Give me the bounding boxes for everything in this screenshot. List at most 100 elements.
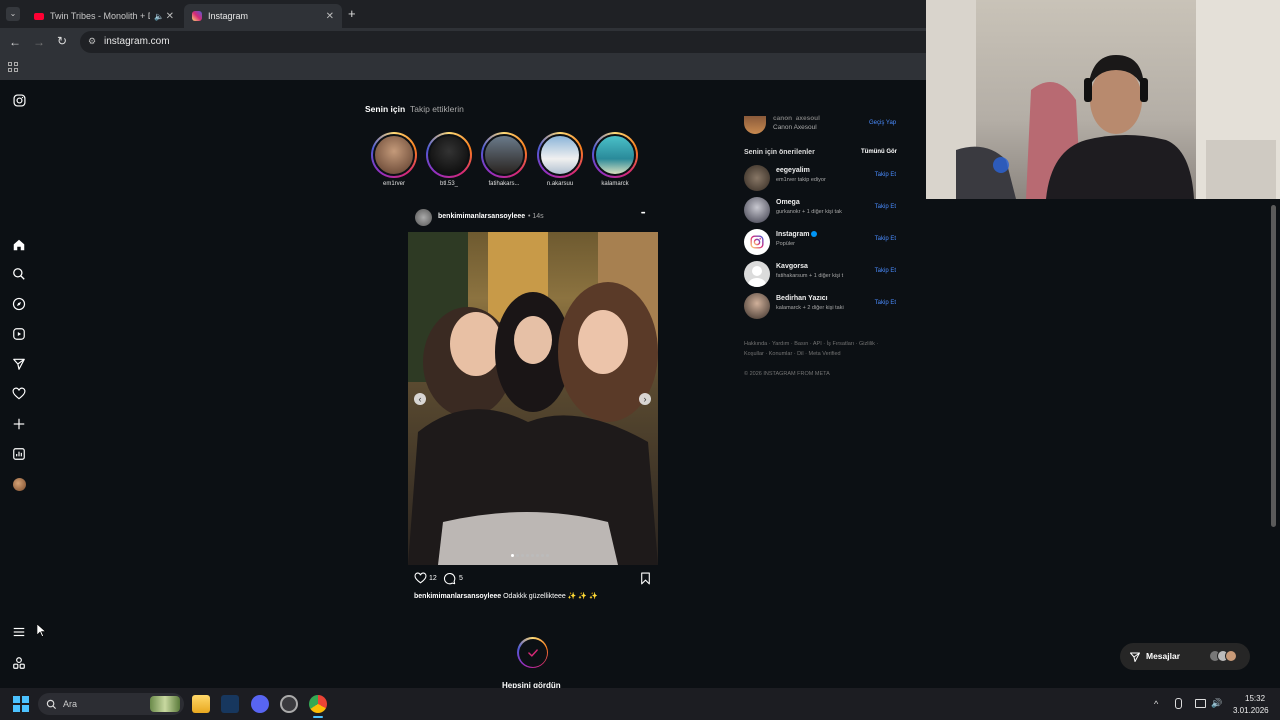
meta-apps-icon[interactable] — [11, 655, 27, 671]
more-options-icon[interactable]: ••• — [641, 211, 645, 217]
carousel-dots — [511, 554, 549, 557]
page-scrollbar[interactable] — [1271, 205, 1276, 527]
suggestion-item: Bedirhan Yazıcı kalamarck + 2 diğer kişi… — [744, 293, 898, 319]
post-author-username[interactable]: benkimimanlarsansoyleee — [438, 213, 525, 220]
account-name: Canon Axesoul — [773, 124, 817, 131]
story-item[interactable]: n.akarsuu — [532, 132, 588, 187]
suggestions-title: Senin için önerilenler — [744, 149, 815, 156]
story-ring — [537, 132, 583, 178]
suggestion-avatar[interactable] — [744, 293, 770, 319]
display-icon[interactable] — [1195, 699, 1206, 708]
windows-start-icon[interactable] — [13, 696, 29, 712]
story-ring — [481, 132, 527, 178]
clock-time[interactable]: 15:32 — [1245, 694, 1265, 703]
tab-for-you[interactable]: Senin için — [365, 104, 405, 114]
discord-icon[interactable] — [251, 695, 269, 713]
settings-app-icon[interactable] — [280, 695, 298, 713]
save-bookmark-icon[interactable] — [640, 572, 651, 590]
follow-button[interactable]: Takip Et — [875, 172, 896, 178]
tab-instagram[interactable]: Instagram ✕ — [184, 4, 342, 28]
microphone-icon[interactable] — [1175, 698, 1182, 709]
story-username: btl.53_ — [439, 181, 458, 187]
story-item[interactable]: fatihakars... — [476, 132, 532, 187]
speaker-icon[interactable]: 🔈 — [154, 12, 164, 21]
story-item[interactable]: em1rver — [366, 132, 422, 187]
suggestion-name[interactable]: Bedirhan Yazıcı — [776, 295, 828, 302]
like-heart-icon[interactable] — [414, 572, 427, 590]
suggestion-avatar[interactable] — [744, 197, 770, 223]
search-icon[interactable] — [11, 266, 27, 282]
follow-button[interactable]: Takip Et — [875, 268, 896, 274]
follow-button[interactable]: Takip Et — [875, 300, 896, 306]
suggestion-item: Instagram Popüler Takip Et — [744, 229, 898, 255]
suggestion-name[interactable]: Kavgorsa — [776, 263, 808, 270]
youtube-icon — [34, 12, 44, 20]
account-avatar[interactable] — [744, 116, 766, 134]
search-icon — [46, 697, 57, 715]
tray-chevron-icon[interactable]: ^ — [1154, 699, 1158, 709]
comment-icon[interactable] — [443, 572, 456, 590]
follow-button[interactable]: Takip Et — [875, 204, 896, 210]
profile-avatar[interactable] — [11, 476, 27, 492]
suggestion-name[interactable]: Omega — [776, 199, 800, 206]
default-avatar-icon[interactable] — [744, 261, 770, 287]
suggestion-name[interactable]: Instagram — [776, 231, 818, 238]
tab-title: Twin Tribes - Monolith + D — [50, 11, 150, 21]
switch-account-link[interactable]: Geçiş Yap — [869, 120, 896, 126]
story-username: em1rver — [382, 181, 405, 187]
instagram-favicon-icon — [192, 11, 202, 21]
tab-youtube[interactable]: Twin Tribes - Monolith + D 🔈 ✕ — [26, 4, 182, 28]
close-icon[interactable]: ✕ — [166, 11, 174, 22]
site-info-icon[interactable]: ⚙ — [88, 36, 96, 47]
back-icon[interactable]: ← — [9, 35, 21, 49]
footer-links[interactable]: Hakkında · Yardım · Basın · API · İş Fır… — [744, 341, 878, 347]
chrome-icon[interactable] — [309, 695, 327, 713]
direct-messages-icon[interactable] — [11, 356, 27, 372]
address-bar[interactable]: ⚙ instagram.com — [80, 31, 926, 53]
tab-search-icon[interactable]: ⌄ — [6, 7, 20, 21]
taskbar-search[interactable]: Ara — [38, 693, 184, 715]
story-item[interactable]: btl.53_ — [421, 132, 477, 187]
messages-button[interactable]: Mesajlar — [1120, 643, 1250, 670]
carousel-prev-button[interactable]: ‹ — [414, 393, 426, 405]
steam-icon[interactable] — [221, 695, 239, 713]
new-tab-button[interactable]: + — [348, 6, 356, 21]
verified-badge-icon — [811, 231, 818, 238]
story-username: fatihakars... — [488, 181, 520, 187]
suggestion-subtitle: gurkanokr + 1 diğer kişi tak — [776, 209, 842, 215]
suggestion-item: Kavgorsa fatihakarsum + 1 diğer kişi t T… — [744, 261, 898, 287]
tab-following[interactable]: Takip ettiklerin — [410, 104, 464, 114]
carousel-next-button[interactable]: › — [639, 393, 651, 405]
explore-compass-icon[interactable] — [11, 296, 27, 312]
reels-icon[interactable] — [11, 326, 27, 342]
comment-count: 5 — [459, 575, 463, 582]
see-all-link[interactable]: Tümünü Gör — [861, 149, 897, 155]
volume-icon[interactable]: 🔊 — [1211, 698, 1222, 709]
suggestion-item: eegeyalim em1rver takip ediyor Takip Et — [744, 165, 898, 191]
caption-username[interactable]: benkimimanlarsansoyleee — [414, 593, 501, 600]
post-image[interactable] — [408, 232, 658, 565]
close-icon[interactable]: ✕ — [326, 11, 334, 22]
suggestion-avatar[interactable] — [744, 165, 770, 191]
clock-date[interactable]: 3.01.2026 — [1233, 706, 1269, 715]
create-plus-icon[interactable] — [11, 416, 27, 432]
footer-links[interactable]: Koşullar · Konumlar · Dil · Meta Verifie… — [744, 351, 841, 357]
file-explorer-icon[interactable] — [192, 695, 210, 713]
heart-notifications-icon[interactable] — [11, 386, 27, 402]
account-username[interactable]: canon_axesoul — [773, 115, 820, 120]
mouse-cursor-icon — [36, 623, 47, 642]
post-author-avatar[interactable] — [415, 209, 432, 226]
story-item[interactable]: kalamarck — [587, 132, 643, 187]
instagram-logo-icon[interactable] — [11, 92, 27, 108]
suggestion-name[interactable]: eegeyalim — [776, 167, 810, 174]
url-text: instagram.com — [104, 36, 170, 47]
forward-icon[interactable]: → — [33, 35, 45, 49]
dashboard-icon[interactable] — [11, 446, 27, 462]
home-icon[interactable] — [11, 237, 27, 253]
instagram-logo-avatar[interactable] — [744, 229, 770, 255]
follow-button[interactable]: Takip Et — [875, 236, 896, 242]
suggestion-item: Omega gurkanokr + 1 diğer kişi tak Takip… — [744, 197, 898, 223]
reload-icon[interactable]: ↻ — [57, 34, 67, 48]
apps-grid-icon[interactable] — [8, 62, 18, 72]
menu-hamburger-icon[interactable] — [11, 624, 27, 640]
